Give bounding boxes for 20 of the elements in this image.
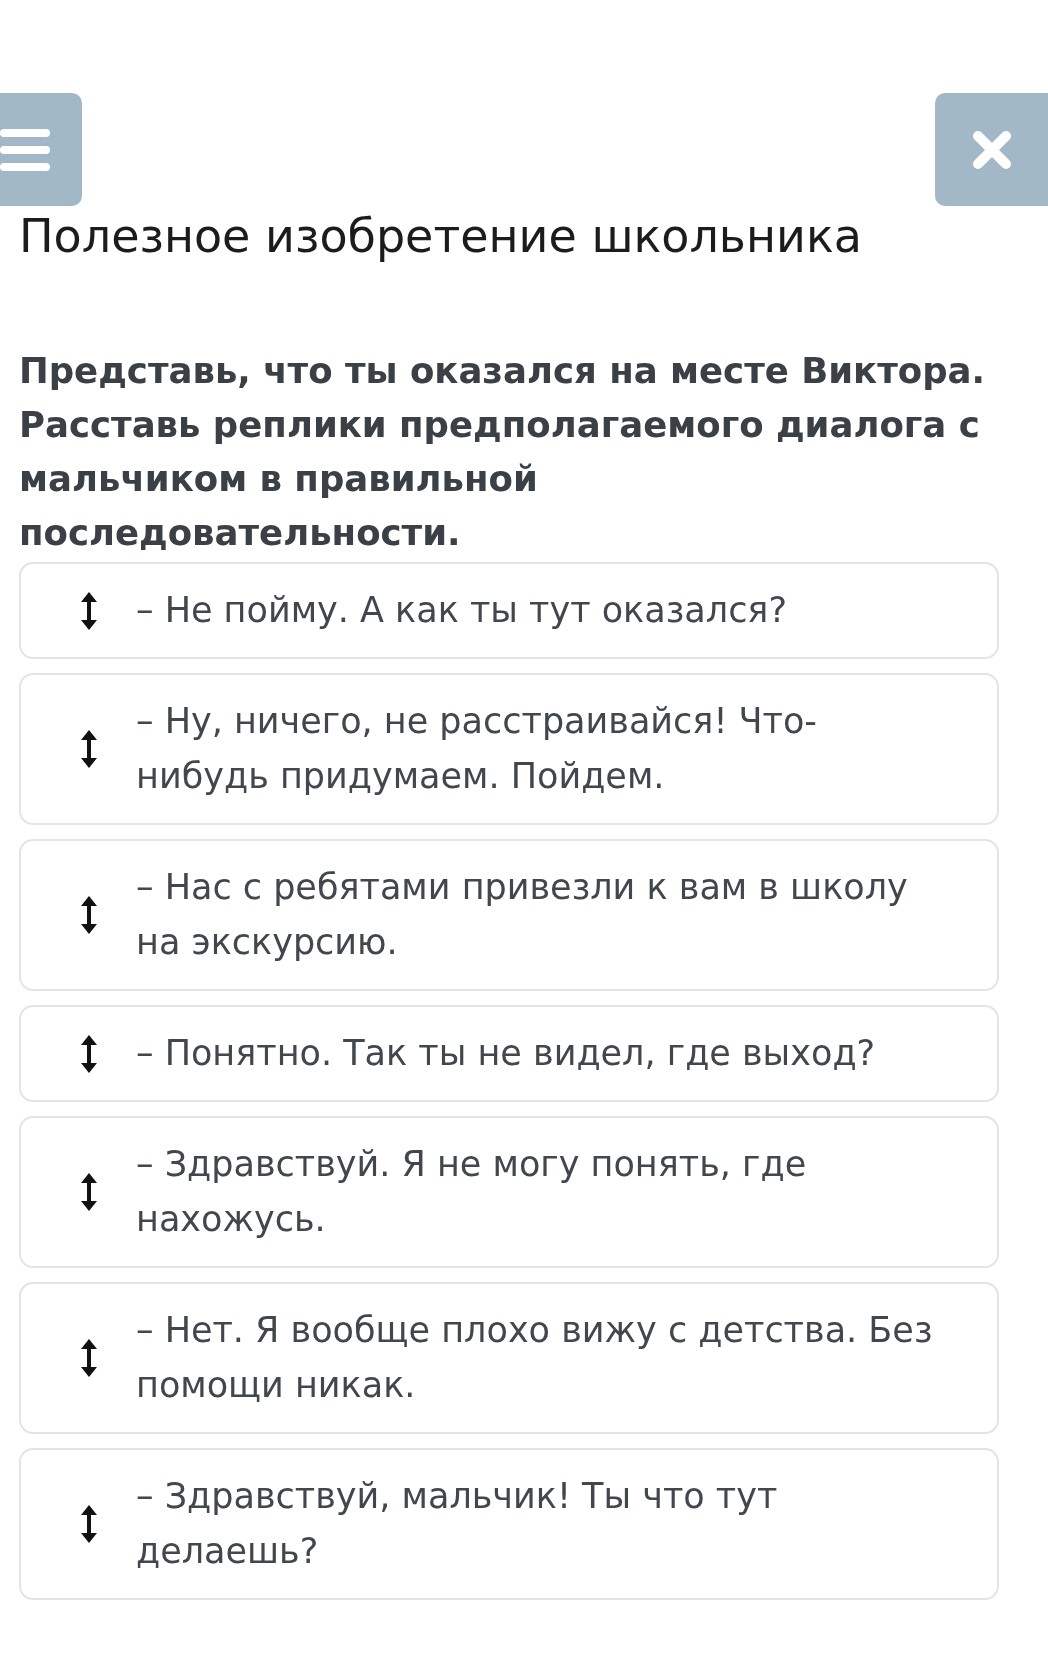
answer-card[interactable]: – Нет. Я вообще плохо вижу с детства. Без помощи никак. xyxy=(19,1282,999,1434)
up-down-arrow-icon xyxy=(80,895,98,935)
up-down-arrow-icon xyxy=(80,1504,98,1544)
answer-card[interactable]: – Понятно. Так ты не видел, где выход? xyxy=(19,1005,999,1102)
answer-card[interactable]: – Здравствуй. Я не могу понять, где нахожусь. xyxy=(19,1116,999,1268)
up-down-arrow-icon xyxy=(80,1172,98,1212)
answer-card[interactable]: – Здравствуй, мальчик! Ты что тут делаешь? xyxy=(19,1448,999,1600)
answer-card[interactable]: – Ну, ничего, не расстраивайся! Что- нибудь придумаем. Пойдем. xyxy=(19,673,999,825)
up-down-arrow-icon xyxy=(80,590,98,631)
close-icon xyxy=(971,129,1012,170)
up-down-arrow-icon xyxy=(80,1338,98,1378)
close-button[interactable] xyxy=(935,93,1048,206)
answer-card[interactable]: – Нас с ребятами привезли к вам в школу на экскурсию. xyxy=(19,839,999,991)
up-down-arrow-icon xyxy=(80,729,98,769)
up-down-arrow-icon xyxy=(80,1033,98,1074)
page-title: Полезное изобретение школьника xyxy=(18,208,863,265)
question-text: Представь, что ты оказался на месте Виктора. Расставь реплики предполагаемого диалога с мальчиком в правильной последовательности. xyxy=(18,349,986,555)
menu-button[interactable] xyxy=(0,93,82,206)
menu-icon xyxy=(0,128,50,171)
answer-card[interactable]: – Не пойму. А как ты тут оказался? xyxy=(19,562,999,659)
